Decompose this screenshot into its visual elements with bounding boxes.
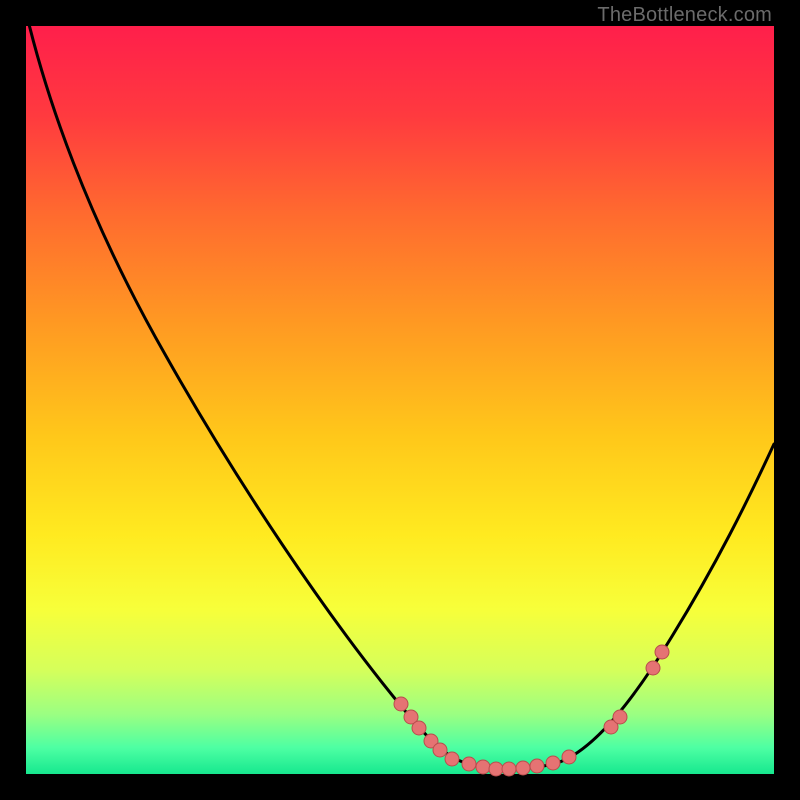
- highlighted-dot: [502, 762, 516, 776]
- curve-layer: [26, 26, 774, 774]
- highlighted-dot: [546, 756, 560, 770]
- highlighted-dot: [433, 743, 447, 757]
- highlighted-dot: [516, 761, 530, 775]
- watermark-text: TheBottleneck.com: [597, 4, 772, 27]
- highlighted-dot: [462, 757, 476, 771]
- highlighted-dot: [655, 645, 669, 659]
- highlighted-dot: [530, 759, 544, 773]
- highlighted-dot: [489, 762, 503, 776]
- highlighted-dot: [562, 750, 576, 764]
- highlighted-dot: [394, 697, 408, 711]
- highlighted-dot: [613, 710, 627, 724]
- highlighted-dots-group: [394, 645, 669, 776]
- highlighted-dot: [445, 752, 459, 766]
- highlighted-dot: [646, 661, 660, 675]
- highlighted-dot: [412, 721, 426, 735]
- highlighted-dot: [476, 760, 490, 774]
